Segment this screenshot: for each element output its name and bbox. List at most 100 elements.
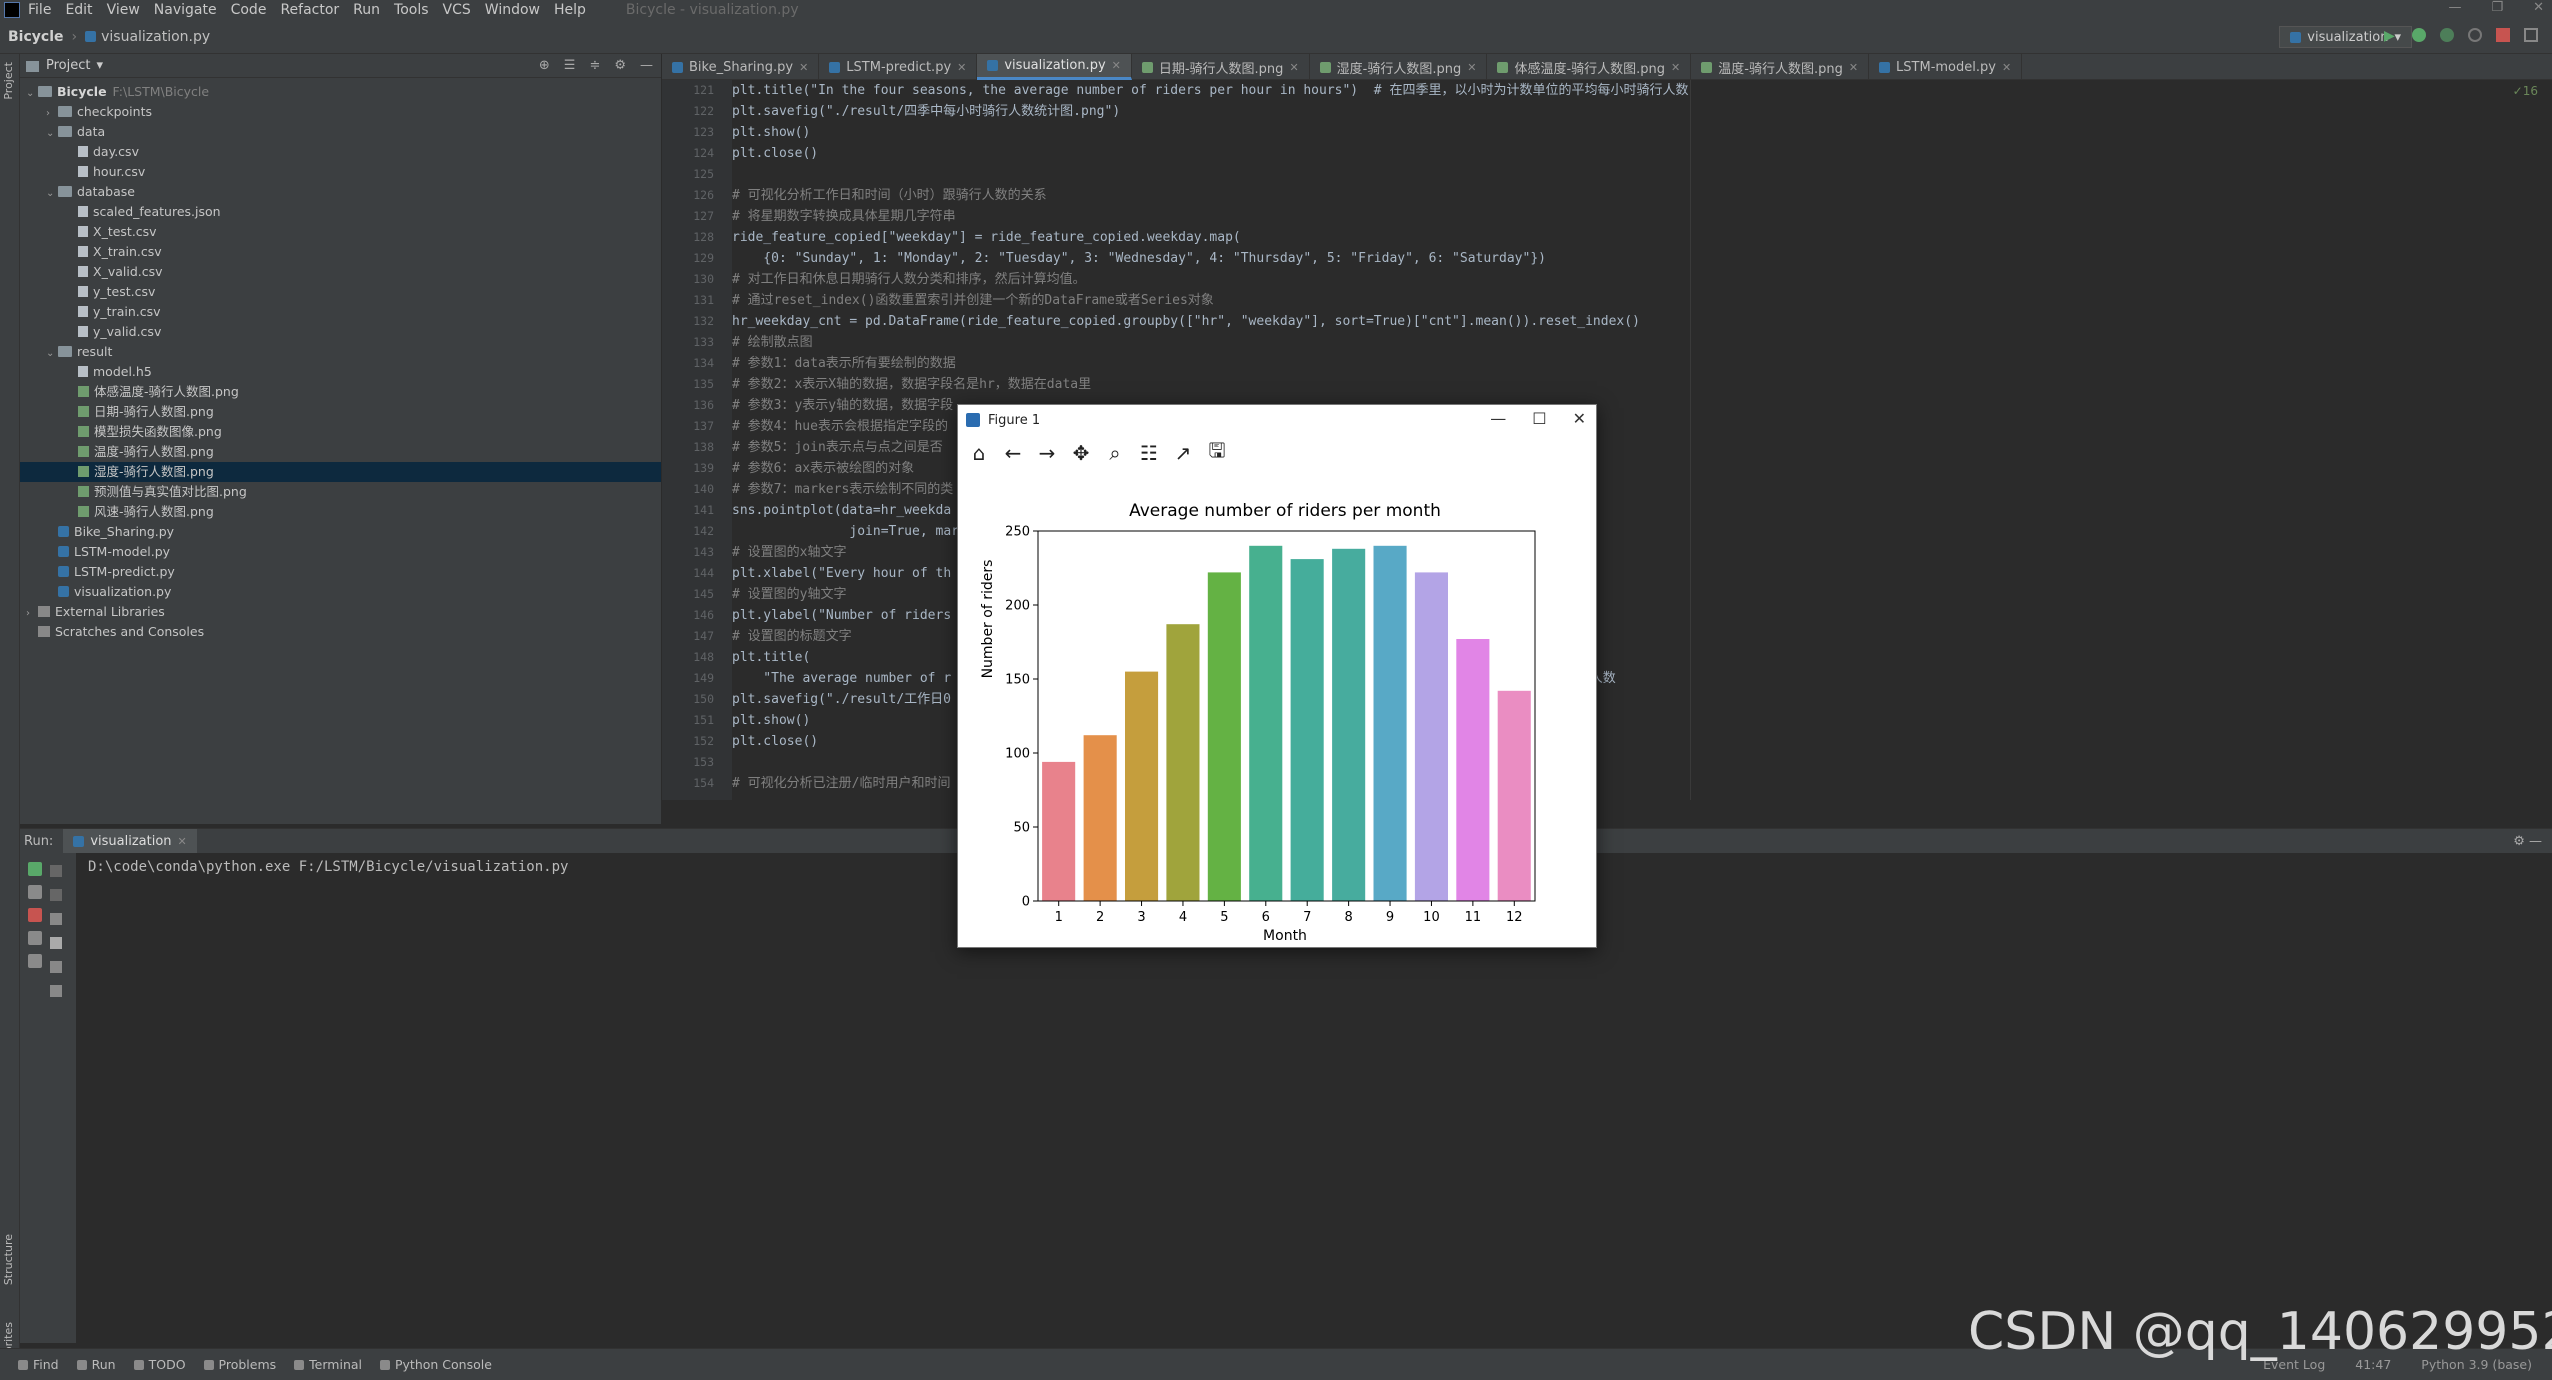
tree-item[interactable]: › External Libraries xyxy=(20,602,661,622)
tree-item[interactable]: ⌄ data xyxy=(20,122,661,142)
editor-tab[interactable]: Bike_Sharing.py ✕ xyxy=(662,54,820,80)
code-line[interactable]: 133 # 绘制散点图 xyxy=(662,332,2552,353)
hide-panel-icon[interactable]: — xyxy=(640,58,653,73)
chevron-down-icon[interactable]: ▾ xyxy=(96,58,103,73)
scroll-up-icon[interactable] xyxy=(50,865,62,877)
menu-item-help[interactable]: Help xyxy=(554,2,586,18)
coverage-icon[interactable] xyxy=(2440,28,2454,42)
menu-item-tools[interactable]: Tools xyxy=(394,2,429,18)
close-icon[interactable]: ✕ xyxy=(1467,61,1476,74)
close-icon[interactable]: ✕ xyxy=(178,835,187,848)
tree-item[interactable]: X_test.csv xyxy=(20,222,661,242)
home-icon[interactable]: ⌂ xyxy=(968,441,990,465)
editor-tab[interactable]: visualization.py ✕ xyxy=(977,54,1132,80)
menu-item-refactor[interactable]: Refactor xyxy=(280,2,339,18)
code-line[interactable]: 122 plt.savefig("./result/四季中每小时骑行人数统计图.p… xyxy=(662,101,2552,122)
code-line[interactable]: 148 plt.title( xyxy=(662,647,2552,668)
gear-icon[interactable]: ⚙ — xyxy=(2513,834,2542,849)
close-icon[interactable]: ✕ xyxy=(957,61,966,74)
chevron-down-icon[interactable]: ⌄ xyxy=(46,184,58,204)
close-window-icon[interactable]: ✕ xyxy=(2533,0,2544,15)
tree-item[interactable]: hour.csv xyxy=(20,162,661,182)
code-editor[interactable]: 121 plt.title("In the four seasons, the a… xyxy=(662,80,2552,800)
code-line[interactable]: 154 # 可视化分析已注册/临时用户和时间 xyxy=(662,773,2552,794)
tree-item[interactable]: scaled_features.json xyxy=(20,202,661,222)
close-icon[interactable]: ✕ xyxy=(799,61,808,74)
close-icon[interactable]: ✕ xyxy=(1671,61,1680,74)
tool-button-run[interactable]: Run xyxy=(76,1357,116,1372)
tree-item[interactable]: 温度-骑行人数图.png xyxy=(20,442,661,462)
tree-item[interactable]: 预测值与真实值对比图.png xyxy=(20,482,661,502)
profile-icon[interactable] xyxy=(2468,28,2482,42)
code-line[interactable]: 137 # 参数4：hue表示会根据指定字段的 xyxy=(662,416,2552,437)
code-line[interactable]: 136 # 参数3：y表示y轴的数据，数据字段 xyxy=(662,395,2552,416)
breadcrumb-file[interactable]: visualization.py xyxy=(101,29,210,45)
code-line[interactable]: 124 plt.close() xyxy=(662,143,2552,164)
project-tool-tab[interactable]: Project xyxy=(2,62,15,100)
chevron-down-icon[interactable]: ⌄ xyxy=(46,344,58,364)
code-line[interactable]: 139 # 参数6：ax表示被绘图的对象 xyxy=(662,458,2552,479)
tree-item[interactable]: LSTM-predict.py xyxy=(20,562,661,582)
tool-button-find[interactable]: Find xyxy=(18,1357,59,1372)
code-line[interactable]: 147 # 设置图的标题文字 xyxy=(662,626,2552,647)
scroll-down-icon[interactable] xyxy=(50,889,62,901)
chevron-down-icon[interactable]: ⌄ xyxy=(26,84,38,104)
code-line[interactable]: 149 "The average number of r 为计数单位的平均每小时… xyxy=(662,668,2552,689)
code-line[interactable]: 130 # 对工作日和休息日期骑行人数分类和排序，然后计算均值。 xyxy=(662,269,2552,290)
run-console-output[interactable]: D:\code\conda\python.exe F:/LSTM/Bicycle… xyxy=(88,859,568,875)
maximize-icon[interactable]: ☐ xyxy=(1532,409,1546,428)
breadcrumb-project[interactable]: Bicycle xyxy=(8,29,64,45)
menu-item-view[interactable]: View xyxy=(107,2,140,18)
tree-item[interactable]: y_test.csv xyxy=(20,282,661,302)
code-line[interactable]: 132 hr_weekday_cnt = pd.DataFrame(ride_fe… xyxy=(662,311,2552,332)
close-icon[interactable]: ✕ xyxy=(1573,409,1586,428)
menu-item-navigate[interactable]: Navigate xyxy=(154,2,217,18)
expand-all-icon[interactable]: ☰ xyxy=(564,58,576,73)
tree-item[interactable]: ⌄ Bicycle F:\LSTM\Bicycle xyxy=(20,82,661,102)
editor-tab[interactable]: 体感温度-骑行人数图.png ✕ xyxy=(1487,54,1692,80)
wrench-icon[interactable] xyxy=(28,885,42,899)
collapse-all-icon[interactable]: ≑ xyxy=(589,58,600,73)
tree-item[interactable]: visualization.py xyxy=(20,582,661,602)
chevron-down-icon[interactable]: ⌄ xyxy=(46,124,58,144)
tool-button-terminal[interactable]: Terminal xyxy=(294,1357,362,1372)
search-everywhere-icon[interactable] xyxy=(2524,28,2538,42)
code-line[interactable]: 146 plt.ylabel("Number of riders xyxy=(662,605,2552,626)
editor-tab[interactable]: LSTM-model.py ✕ xyxy=(1869,54,2023,80)
code-line[interactable]: 121 plt.title("In the four seasons, the a… xyxy=(662,80,2552,101)
code-line[interactable]: 142 join=True, mar xyxy=(662,521,2552,542)
code-line[interactable]: 127 # 将星期数字转换成具体星期几字符串 xyxy=(662,206,2552,227)
code-line[interactable]: 152 plt.close() xyxy=(662,731,2552,752)
pin-icon[interactable] xyxy=(28,954,42,968)
inspection-indicator[interactable]: ✓16 xyxy=(2513,84,2538,98)
project-panel-title[interactable]: Project xyxy=(46,58,90,73)
zoom-icon[interactable]: ⌕ xyxy=(1104,441,1126,465)
menu-item-window[interactable]: Window xyxy=(485,2,540,18)
code-line[interactable]: 153 xyxy=(662,752,2552,773)
code-line[interactable]: 141sns.pointplot(data=hr_weekda day"], xyxy=(662,500,2552,521)
tree-item[interactable]: ⌄ result xyxy=(20,342,661,362)
editor-tab[interactable]: 日期-骑行人数图.png ✕ xyxy=(1132,54,1310,80)
chevron-right-icon[interactable]: › xyxy=(46,104,58,124)
code-line[interactable]: 143 # 设置图的x轴文字 xyxy=(662,542,2552,563)
menu-item-run[interactable]: Run xyxy=(353,2,380,18)
matplotlib-figure-window[interactable]: Figure 1 — ☐ ✕ ⌂ ← → ✥ ⌕ ☷ ↗ 🖫 Average n… xyxy=(957,404,1597,948)
code-line[interactable]: 144 plt.xlabel("Every hour of th xyxy=(662,563,2552,584)
editor-tab[interactable]: 湿度-骑行人数图.png ✕ xyxy=(1310,54,1488,80)
tree-item[interactable]: ⌄ database xyxy=(20,182,661,202)
stop-icon[interactable] xyxy=(2496,28,2510,42)
tree-item[interactable]: model.h5 xyxy=(20,362,661,382)
debug-icon[interactable] xyxy=(2412,28,2426,42)
tree-item[interactable]: › checkpoints xyxy=(20,102,661,122)
soft-wrap-icon[interactable] xyxy=(50,913,62,925)
tree-item[interactable]: X_valid.csv xyxy=(20,262,661,282)
configure-icon[interactable]: ☷ xyxy=(1138,441,1160,465)
code-line[interactable]: 150 plt.savefig("./result/工作日0 xyxy=(662,689,2552,710)
editor-tab[interactable]: 温度-骑行人数图.png ✕ xyxy=(1691,54,1870,80)
code-line[interactable]: 134 # 参数1：data表示所有要绘制的数据 xyxy=(662,353,2552,374)
tree-item[interactable]: Scratches and Consoles xyxy=(20,622,661,642)
code-line[interactable]: 138 # 参数5：join表示点与点之间是否 xyxy=(662,437,2552,458)
code-line[interactable]: 140 # 参数7：markers表示绘制不同的类 xyxy=(662,479,2552,500)
structure-tool-tab[interactable]: Structure xyxy=(2,1234,15,1285)
menu-item-code[interactable]: Code xyxy=(231,2,267,18)
